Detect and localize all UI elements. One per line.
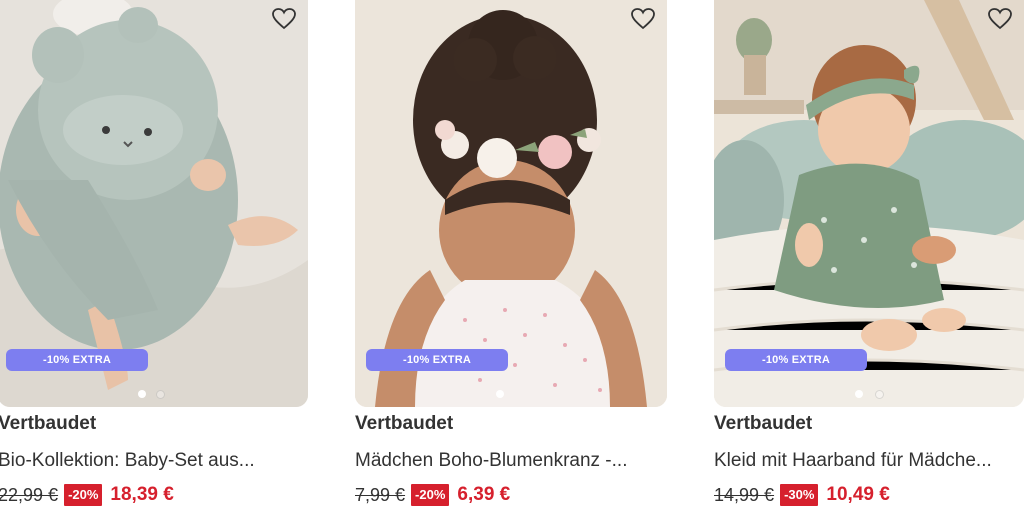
carousel-dot[interactable] — [875, 390, 884, 399]
carousel-dots — [355, 390, 665, 400]
heart-icon — [272, 8, 296, 30]
product-card[interactable]: -10% EXTRA Vertbaudet Bio-Kollektion: Ba… — [0, 0, 308, 512]
product-image[interactable]: -10% EXTRA — [714, 0, 1024, 407]
wishlist-button[interactable] — [629, 6, 657, 32]
discount-badge: -30% — [780, 484, 819, 506]
original-price: 14,99 € — [714, 484, 775, 505]
sale-price: 6,39 € — [457, 484, 511, 505]
discount-badge: -20% — [411, 484, 450, 506]
product-brand: Vertbaudet — [355, 413, 454, 434]
product-card[interactable]: -10% EXTRA Vertbaudet Mädchen Boho-Blume… — [355, 0, 667, 512]
carousel-dot[interactable] — [156, 390, 165, 399]
product-brand: Vertbaudet — [0, 413, 97, 434]
sale-price: 10,49 € — [826, 484, 890, 505]
product-title[interactable]: Kleid mit Haarband für Mädche... — [714, 450, 992, 472]
heart-icon — [631, 8, 655, 30]
product-image[interactable]: -10% EXTRA — [355, 0, 667, 407]
carousel-dot[interactable] — [496, 390, 504, 398]
baby-hooded-towel-photo — [0, 0, 308, 407]
carousel-dots — [714, 390, 1024, 400]
product-brand: Vertbaudet — [714, 413, 813, 434]
price-row: 7,99 € -20% 6,39 € — [355, 483, 510, 507]
baby-green-dress-photo — [714, 0, 1024, 407]
product-image[interactable]: -10% EXTRA — [0, 0, 308, 407]
carousel-dots — [0, 390, 308, 400]
girl-flower-crown-photo — [355, 0, 667, 407]
price-row: 22,99 € -20% 18,39 € — [0, 483, 174, 507]
original-price: 7,99 € — [355, 484, 406, 505]
original-price: 22,99 € — [0, 484, 59, 505]
heart-icon — [988, 8, 1012, 30]
promo-badge: -10% EXTRA — [6, 349, 148, 371]
product-card[interactable]: -10% EXTRA Vertbaudet Kleid mit Haarband… — [714, 0, 1024, 512]
promo-badge: -10% EXTRA — [366, 349, 508, 371]
product-title[interactable]: Mädchen Boho-Blumenkranz -... — [355, 450, 627, 472]
wishlist-button[interactable] — [270, 6, 298, 32]
carousel-dot[interactable] — [138, 390, 146, 398]
wishlist-button[interactable] — [986, 6, 1014, 32]
sale-price: 18,39 € — [110, 484, 174, 505]
product-title[interactable]: Bio-Kollektion: Baby-Set aus... — [0, 450, 255, 472]
discount-badge: -20% — [64, 484, 103, 506]
price-row: 14,99 € -30% 10,49 € — [714, 483, 890, 507]
carousel-dot[interactable] — [855, 390, 863, 398]
promo-badge: -10% EXTRA — [725, 349, 867, 371]
